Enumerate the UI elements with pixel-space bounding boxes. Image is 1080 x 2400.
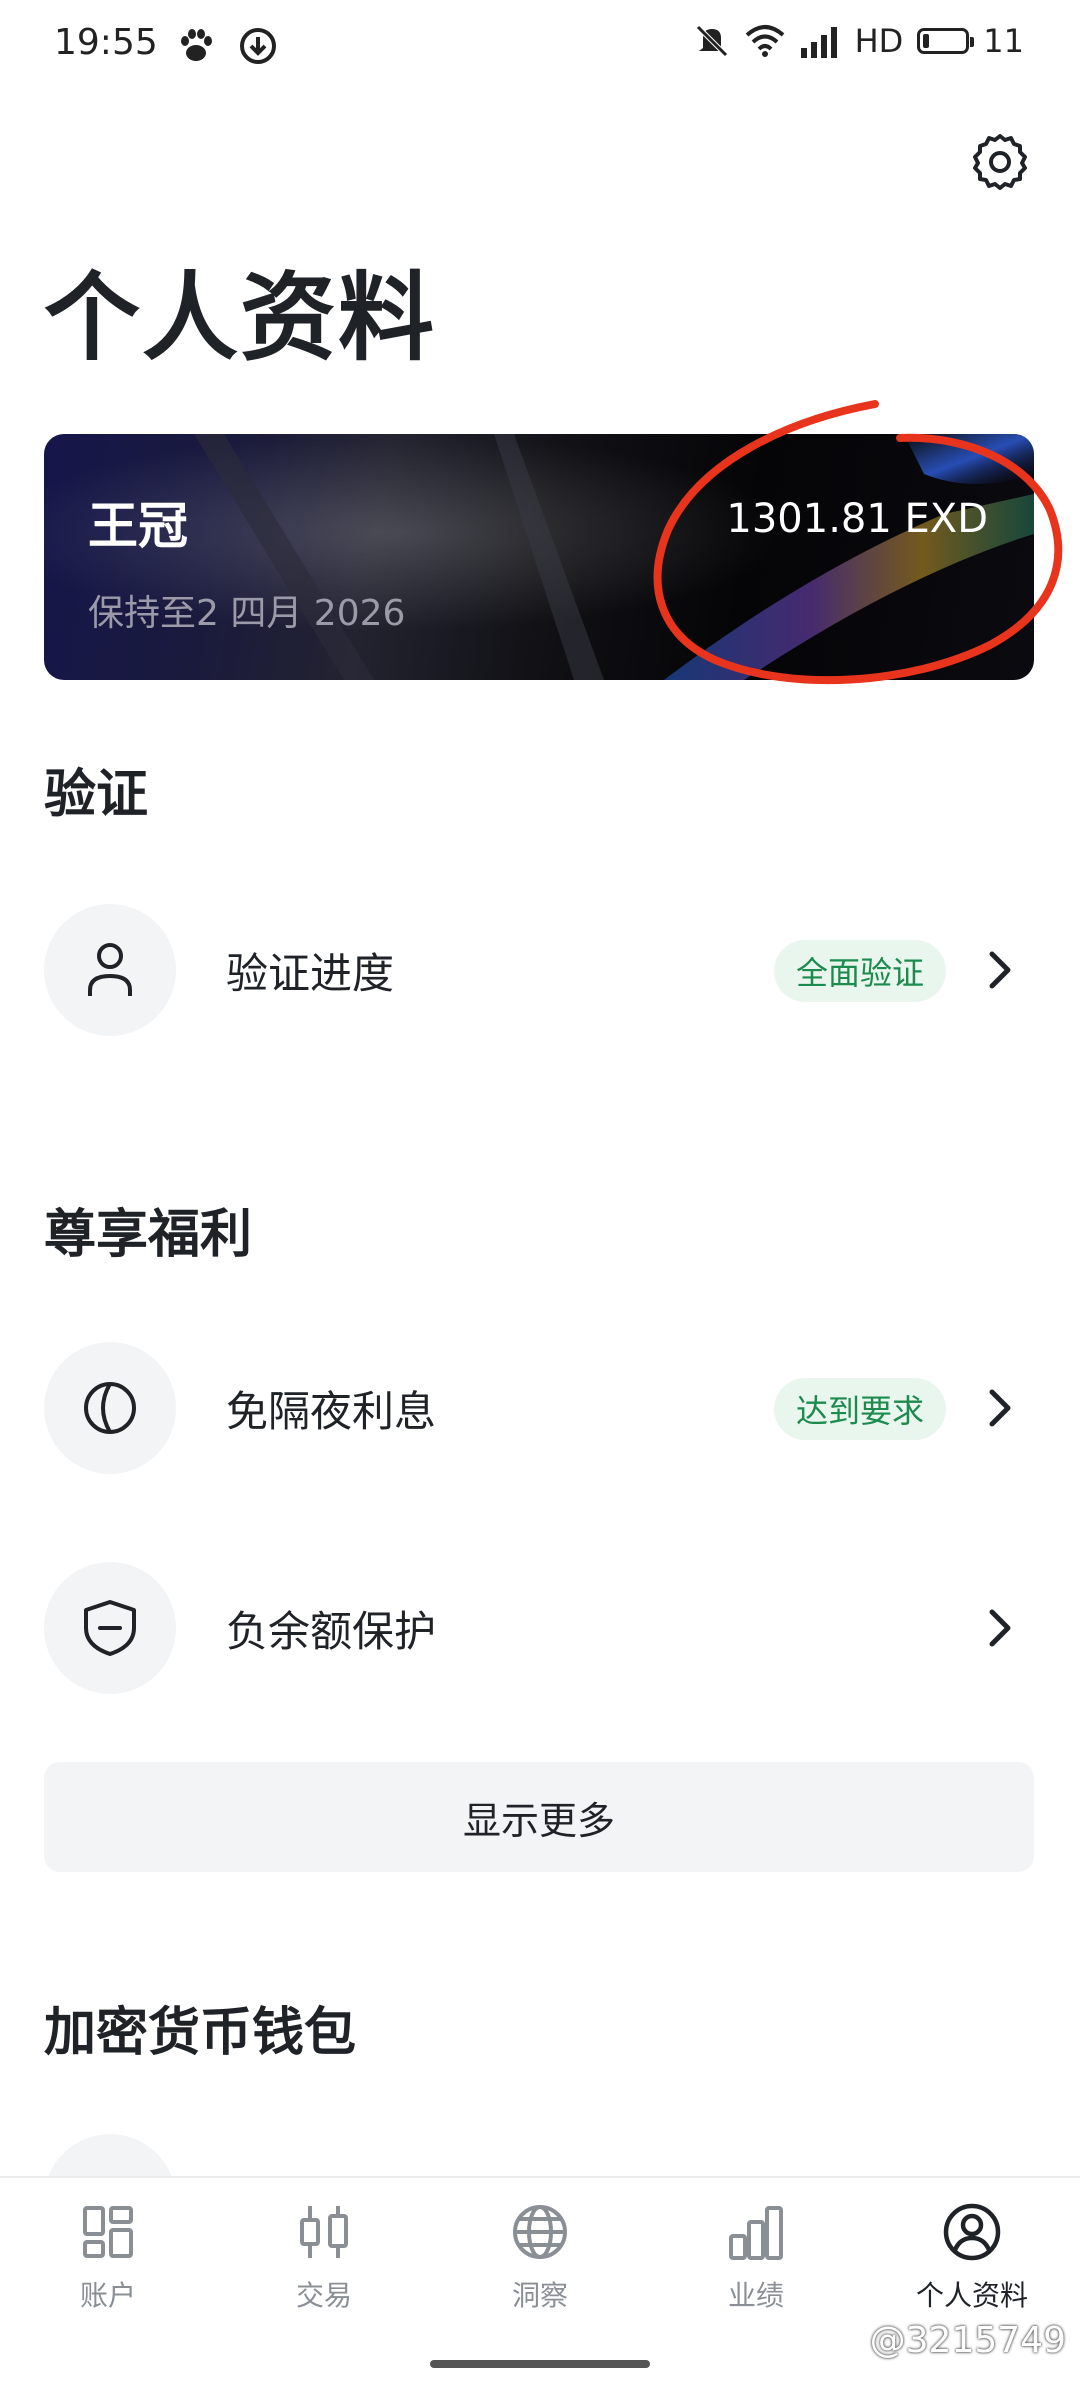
status-left-icons: [176, 26, 278, 66]
nav-label: 账户: [79, 2279, 136, 2312]
nav-label: 个人资料: [915, 2279, 1028, 2312]
grid-icon: [83, 2206, 133, 2258]
profile-icon: [943, 2203, 1001, 2261]
item-icon-wrapper: [44, 1562, 176, 1694]
nav-label: 交易: [295, 2279, 352, 2312]
status-badge: 达到要求: [773, 1378, 946, 1440]
network-type: HD: [854, 22, 904, 60]
battery-icon: [917, 28, 975, 54]
nav-item-trade[interactable]: 交易: [216, 2202, 432, 2314]
candlestick-icon: [300, 2206, 348, 2258]
settings-gear-icon[interactable]: [970, 130, 1030, 190]
item-label: 负余额保护: [226, 1606, 437, 1656]
item-label: 验证进度: [226, 948, 395, 998]
mute-icon: [695, 25, 728, 57]
moon-icon: [84, 1382, 136, 1434]
section-title-benefits: 尊享福利: [44, 1205, 253, 1265]
list-item-verification-progress[interactable]: 验证进度 全面验证: [44, 900, 1034, 1040]
nav-label: 洞察: [511, 2279, 568, 2312]
item-icon-wrapper: [44, 904, 176, 1036]
home-indicator[interactable]: [430, 2360, 650, 2368]
show-more-button[interactable]: 显示更多: [44, 1762, 1034, 1872]
shield-icon: [84, 1600, 136, 1656]
page-title: 个人资料: [44, 262, 436, 374]
bar-chart-icon: [729, 2206, 783, 2260]
status-badge: 全面验证: [773, 940, 946, 1002]
nav-item-performance[interactable]: 业绩: [648, 2202, 864, 2314]
list-item-negative-balance-protection[interactable]: 负余额保护: [44, 1558, 1034, 1698]
download-icon: [240, 28, 276, 64]
item-label: 免隔夜利息: [226, 1386, 437, 1436]
nav-item-account[interactable]: 账户: [0, 2202, 216, 2314]
globe-icon: [513, 2205, 567, 2259]
chevron-right-icon: [989, 1609, 1011, 1647]
paw-icon: [181, 29, 212, 61]
member-balance: 1301.81 EXD: [726, 496, 988, 542]
watermark: @3215749: [869, 2320, 1066, 2361]
section-title-crypto-wallet: 加密货币钱包: [44, 2003, 357, 2063]
card-background-art: [44, 434, 1034, 680]
battery-level: 11: [983, 22, 1024, 60]
status-right-icons: HD 11: [693, 22, 1024, 60]
chevron-right-icon: [989, 1389, 1011, 1427]
item-icon-wrapper: [44, 1342, 176, 1474]
list-item-swap-free[interactable]: 免隔夜利息 达到要求: [44, 1338, 1034, 1478]
cellular-signal-icon: [800, 27, 837, 58]
nav-item-profile[interactable]: 个人资料: [864, 2202, 1080, 2314]
user-icon: [88, 943, 132, 996]
member-card[interactable]: 王冠 保持至2 四月 2026 1301.81 EXD: [44, 434, 1034, 680]
section-title-verification: 验证: [44, 765, 149, 825]
chevron-right-icon: [989, 951, 1011, 989]
nav-label: 业绩: [727, 2279, 784, 2312]
nav-item-insights[interactable]: 洞察: [432, 2202, 648, 2314]
wifi-icon: [745, 25, 784, 57]
status-time: 19:55: [54, 22, 158, 63]
member-expiry: 保持至2 四月 2026: [88, 593, 406, 634]
member-name: 王冠: [88, 497, 188, 555]
status-bar: 19:55 HD 11: [0, 0, 1080, 92]
